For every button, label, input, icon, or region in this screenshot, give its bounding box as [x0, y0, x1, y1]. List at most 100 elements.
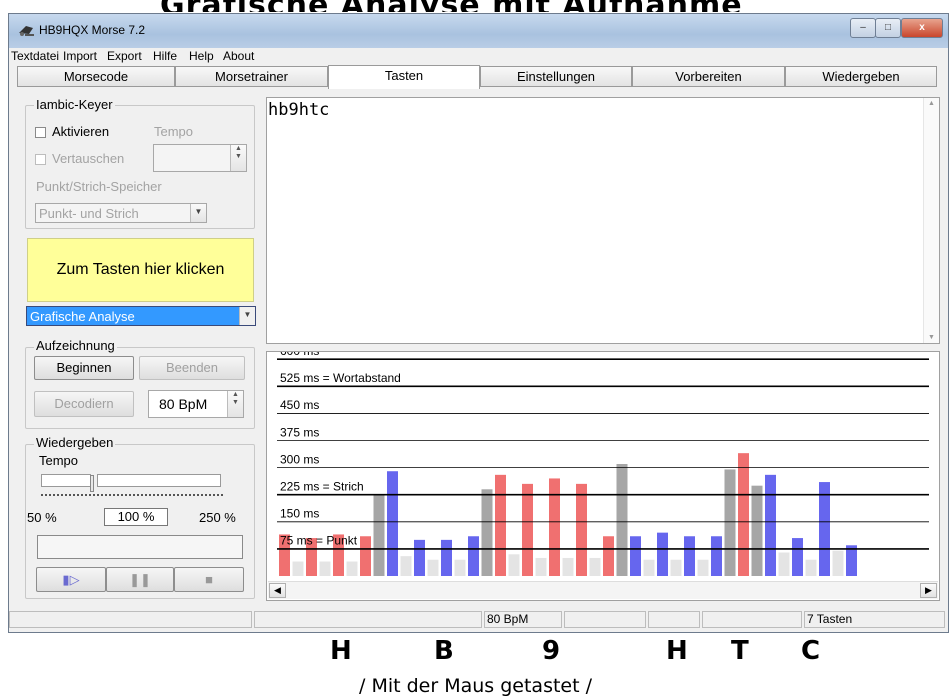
timing-bar [589, 557, 601, 576]
menu-textdatei[interactable]: Textdatei [11, 49, 59, 63]
keyer-tempo-spinbox[interactable]: ▲ ▼ [153, 144, 247, 172]
slider-track-left [41, 474, 91, 487]
status-cell-6 [702, 611, 802, 628]
timing-bar [832, 550, 844, 576]
bpm-value: 80 BpM [159, 396, 208, 412]
gridline-label: 300 ms [280, 452, 319, 466]
chevron-down-icon[interactable]: ▼ [190, 204, 206, 222]
caption-letter-c: C [801, 636, 821, 666]
timing-chart: 600 ms 525 ms = Wortabstand 450 ms 375 ms 30… [277, 352, 929, 576]
timing-analysis-panel: 600 ms 525 ms = Wortabstand 450 ms 375 ms 30… [266, 351, 940, 601]
analysis-select[interactable]: Grafische Analyse ▼ [26, 306, 256, 326]
timing-bar [643, 559, 655, 576]
tempo-label: Tempo [154, 124, 194, 139]
slider-thumb[interactable] [90, 475, 94, 492]
gridline-label: 75 ms = Punkt [280, 534, 358, 548]
playback-tempo-label: Tempo [39, 453, 79, 468]
play-icon: ▮▷ [62, 572, 80, 587]
play-button[interactable]: ▮▷ [36, 567, 106, 592]
status-cell-2 [254, 611, 482, 628]
caption-letter-t: T [731, 636, 749, 666]
timing-bar [292, 561, 304, 576]
tab-wiedergeben[interactable]: Wiedergeben [785, 66, 937, 87]
status-keys: 7 Tasten [804, 611, 945, 628]
menu-help[interactable]: Help [189, 49, 214, 63]
pause-icon: ❚❚ [129, 572, 151, 587]
timing-bar [616, 464, 628, 576]
memory-label: Punkt/Strich-Speicher [36, 179, 162, 194]
editor-text: hb9htc [268, 100, 330, 120]
menu-hilfe[interactable]: Hilfe [153, 49, 177, 63]
tab-morsecode[interactable]: Morsecode [17, 66, 175, 87]
menu-bar: Textdatei Import Export Hilfe Help About [9, 48, 948, 64]
timing-bar [346, 561, 358, 576]
status-bpm: 80 BpM [484, 611, 562, 628]
swap-checkbox[interactable] [35, 154, 46, 165]
timing-bar [738, 453, 749, 576]
bpm-spin-arrows[interactable]: ▲ ▼ [227, 391, 243, 417]
stop-recording-button[interactable]: Beenden [139, 356, 245, 380]
memory-select[interactable]: Punkt- und Strich ▼ [35, 203, 207, 223]
close-button[interactable]: x [901, 18, 943, 38]
memory-select-value: Punkt- und Strich [39, 206, 139, 221]
swap-label: Vertauschen [52, 151, 125, 166]
page-top-banner: Grafische Analyse mit Aufnahme [160, 0, 800, 12]
timing-bar [819, 482, 830, 576]
title-bar[interactable]: HB9HQX Morse 7.2 – □ x [9, 14, 948, 48]
menu-export[interactable]: Export [107, 49, 142, 63]
menu-about[interactable]: About [223, 49, 254, 63]
scroll-left-icon[interactable]: ◀ [269, 583, 286, 598]
scroll-down-icon[interactable]: ▼ [928, 334, 935, 341]
activate-label: Aktivieren [52, 124, 110, 139]
status-cell-5 [648, 611, 700, 628]
stop-button[interactable]: ■ [174, 567, 244, 592]
tab-einstellungen[interactable]: Einstellungen [480, 66, 632, 87]
status-cell-1 [9, 611, 252, 628]
timing-bar [481, 489, 493, 576]
keyer-tempo-spin-arrows[interactable]: ▲ ▼ [230, 145, 246, 171]
timing-bar [684, 536, 695, 576]
timing-bar [778, 552, 790, 576]
morse-text-editor[interactable]: hb9htc ▲ ▼ [266, 97, 940, 344]
activate-checkbox[interactable] [35, 127, 46, 138]
gridline-label: 600 ms [280, 352, 319, 358]
timing-bar [522, 483, 533, 576]
timing-bar [400, 556, 412, 576]
tab-morsetrainer[interactable]: Morsetrainer [175, 66, 328, 87]
timing-bar [657, 532, 668, 576]
menu-import[interactable]: Import [63, 49, 97, 63]
timing-bar [670, 559, 682, 576]
timing-bar [319, 561, 331, 576]
tab-vorbereiten[interactable]: Vorbereiten [632, 66, 785, 87]
scroll-up-icon[interactable]: ▲ [928, 100, 935, 107]
timing-bar [765, 474, 776, 576]
caption-letter-h2: H [666, 636, 688, 666]
gridline-label: 150 ms [280, 507, 319, 521]
timing-bar [603, 536, 614, 576]
minimize-button[interactable]: – [850, 18, 876, 38]
timing-bar [454, 559, 466, 576]
chart-horizontal-scrollbar[interactable]: ◀ ▶ [268, 581, 938, 599]
caption-letter-9: 9 [542, 636, 561, 666]
timing-bar [751, 485, 763, 576]
caption-letter-b: B [434, 636, 454, 666]
timing-bar [441, 539, 452, 576]
tab-tasten[interactable]: Tasten [328, 65, 480, 89]
pause-button[interactable]: ❚❚ [106, 567, 174, 592]
chevron-down-icon[interactable]: ▼ [239, 307, 255, 325]
timing-bar [846, 545, 857, 576]
editor-vertical-scrollbar[interactable]: ▲ ▼ [923, 98, 939, 343]
status-bar: 80 BpM 7 Tasten [9, 610, 948, 630]
playback-tempo-slider[interactable] [41, 474, 223, 492]
bpm-spinbox[interactable]: 80 BpM ▲ ▼ [148, 390, 244, 418]
key-click-area[interactable]: Zum Tasten hier klicken [27, 238, 254, 302]
maximize-button[interactable]: □ [875, 18, 901, 38]
stop-icon: ■ [205, 572, 213, 587]
decode-button[interactable]: Decodiern [34, 391, 134, 417]
morse-key-icon [19, 26, 34, 36]
analysis-select-value: Grafische Analyse [30, 309, 135, 324]
window-title: HB9HQX Morse 7.2 [39, 23, 146, 37]
start-recording-button[interactable]: Beginnen [34, 356, 134, 380]
playback-legend: Wiedergeben [34, 435, 116, 450]
scroll-right-icon[interactable]: ▶ [920, 583, 937, 598]
